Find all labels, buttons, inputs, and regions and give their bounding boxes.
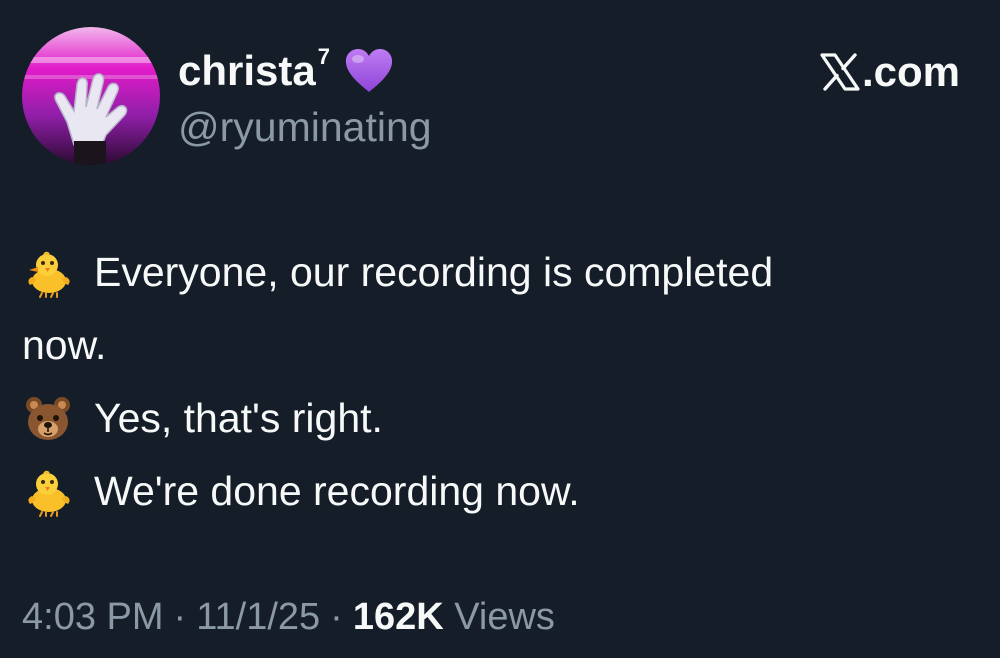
tweet-text: Everyone, our recording is completed now…: [22, 236, 962, 528]
baby-chick-icon: [22, 247, 74, 299]
bear-face-icon: [22, 393, 74, 445]
x-logo-icon: [820, 53, 862, 91]
tweet-line: Everyone, our recording is completed: [22, 236, 962, 309]
avatar[interactable]: [22, 27, 160, 165]
tweet-line: We're done recording now.: [22, 455, 962, 528]
brand-watermark: .com: [820, 48, 960, 96]
display-name[interactable]: christa: [178, 46, 316, 96]
tweet-line-text: now.: [22, 322, 107, 368]
tweet-time[interactable]: 4:03 PM: [22, 596, 164, 638]
tweet-meta: 4:03 PM · 11/1/25 · 162K Views: [22, 592, 555, 642]
meta-separator: ·: [330, 596, 343, 638]
views-label[interactable]: Views: [454, 596, 555, 638]
author-name-row[interactable]: christa 7: [178, 44, 394, 99]
tweet-line-text: Everyone, our recording is completed: [94, 249, 774, 295]
tweet-line: now.: [22, 309, 962, 382]
avatar-image: [22, 27, 160, 165]
meta-separator: ·: [173, 596, 187, 638]
baby-chick-icon: [22, 466, 74, 518]
views-count[interactable]: 162K: [353, 596, 444, 638]
tweet-line-text: We're done recording now.: [94, 468, 580, 514]
brand-domain: .com: [861, 48, 960, 95]
tweet-line: Yes, that's right.: [22, 382, 962, 455]
author-handle[interactable]: @ryuminating: [178, 102, 432, 152]
purple-heart-icon: [344, 48, 394, 99]
display-name-superscript: 7: [317, 44, 330, 69]
tweet-line-text: Yes, that's right.: [94, 395, 383, 441]
tweet-date[interactable]: 11/1/25: [196, 596, 320, 638]
